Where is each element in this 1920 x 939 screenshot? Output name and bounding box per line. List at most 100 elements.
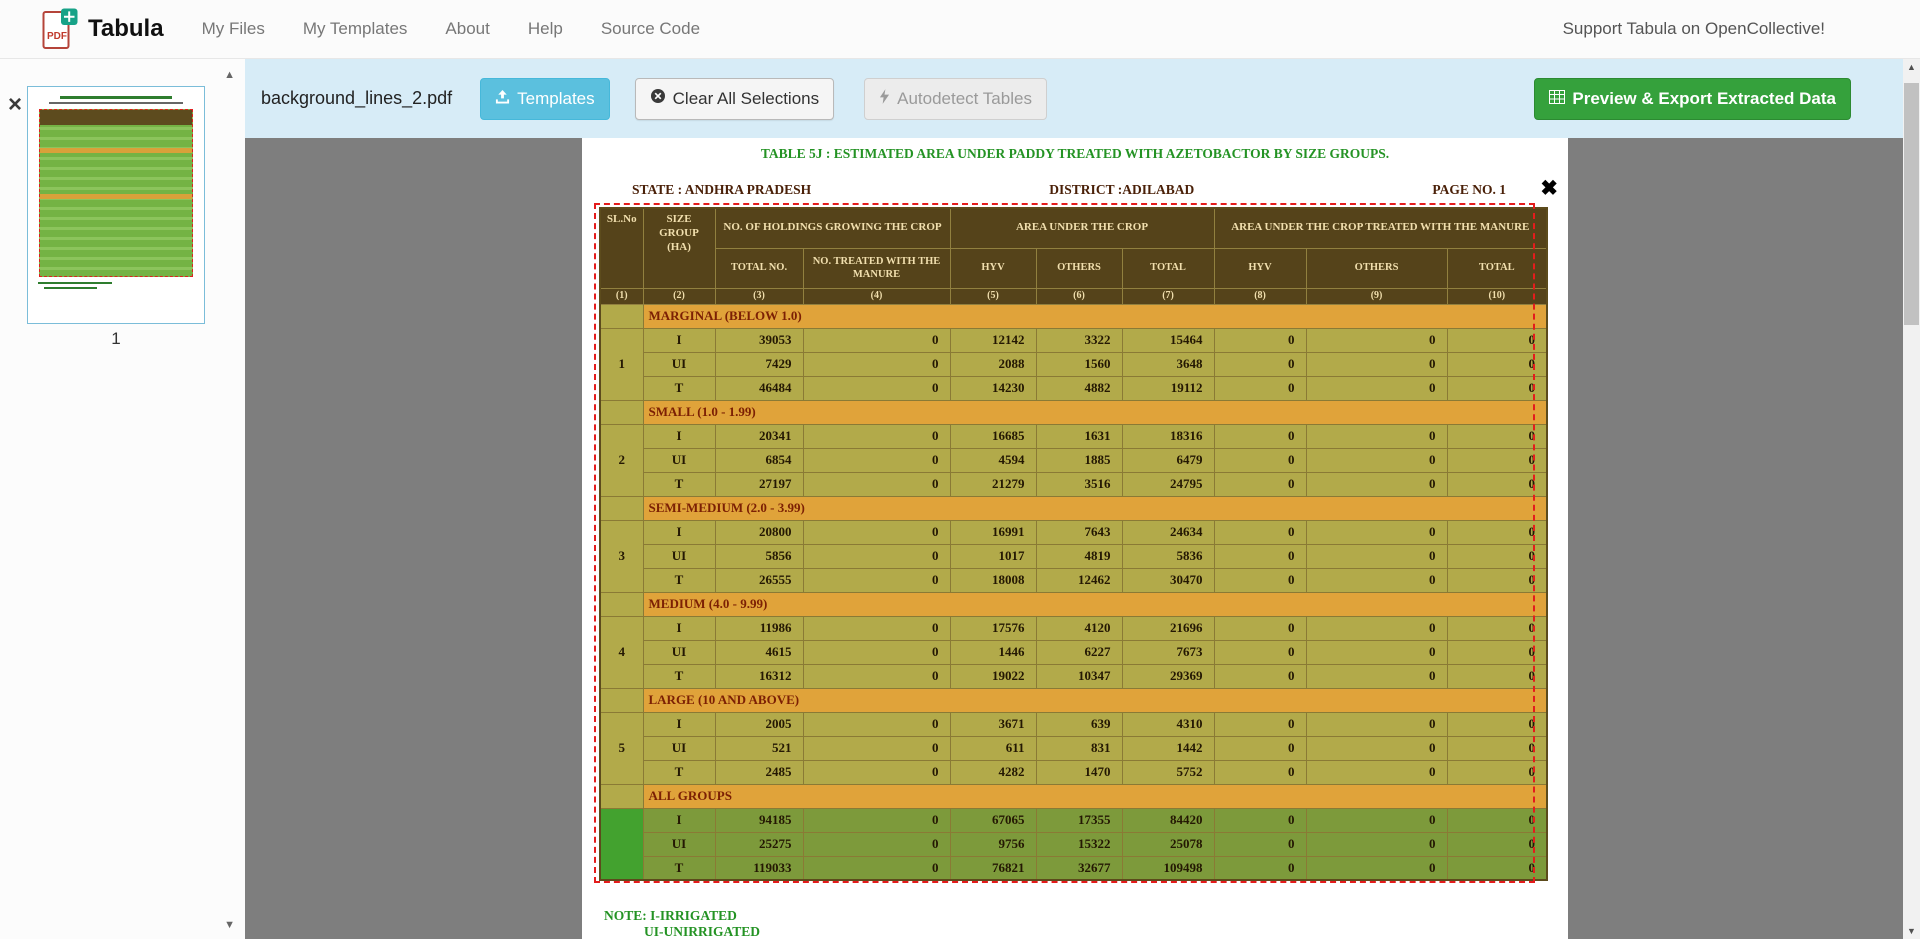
- table-cell: 4882: [1036, 376, 1122, 400]
- template-upload-icon: [495, 89, 510, 109]
- table-cell: 0: [1214, 568, 1306, 592]
- thumbnail-scroll-up-icon[interactable]: ▲: [224, 69, 235, 81]
- table-cell: 0: [803, 448, 950, 472]
- scrollbar-down-icon[interactable]: ▼: [1903, 923, 1920, 939]
- table-cell: 12142: [950, 328, 1036, 352]
- svg-text:PDF: PDF: [47, 31, 67, 42]
- table-cell: 25078: [1122, 832, 1214, 856]
- nav-item-help[interactable]: Help: [528, 19, 563, 39]
- table-cell: 0: [803, 376, 950, 400]
- pdf-viewer-area: TABLE 5J : ESTIMATED AREA UNDER PADDY TR…: [245, 138, 1903, 939]
- remove-page-icon[interactable]: ✖: [1540, 178, 1558, 199]
- table-cell: 0: [1447, 520, 1547, 544]
- table-row: UI74290208815603648000: [600, 352, 1547, 376]
- table-cell: 32677: [1036, 856, 1122, 880]
- table-cell: 4310: [1122, 712, 1214, 736]
- nav-item-about[interactable]: About: [445, 19, 489, 39]
- table-cell: 2485: [715, 760, 803, 784]
- table-cell: 2005: [715, 712, 803, 736]
- support-link[interactable]: Support Tabula on OpenCollective!: [1563, 19, 1825, 39]
- table-cell: 16685: [950, 424, 1036, 448]
- table-cell: UI: [643, 736, 715, 760]
- table-cell: 0: [1214, 352, 1306, 376]
- export-button-label: Preview & Export Extracted Data: [1572, 89, 1836, 109]
- header-cell: OTHERS: [1036, 248, 1122, 288]
- pdf-page[interactable]: TABLE 5J : ESTIMATED AREA UNDER PADDY TR…: [582, 138, 1568, 939]
- thumbnail-band: [40, 194, 193, 199]
- table-cell: 0: [1214, 712, 1306, 736]
- table-cell: UI: [643, 544, 715, 568]
- table-cell: UI: [643, 832, 715, 856]
- header-cell: (7): [1122, 288, 1214, 304]
- table-row: UI52106118311442000: [600, 736, 1547, 760]
- templates-button[interactable]: Templates: [480, 78, 609, 120]
- table-cell: 0: [1214, 448, 1306, 472]
- pdf-note: NOTE: I-IRRIGATED UI-UNIRRIGATED: [604, 908, 760, 939]
- table-cell: I: [643, 808, 715, 832]
- header-row-groups: SL.No SIZE GROUP (HA) NO. OF HOLDINGS GR…: [600, 208, 1547, 248]
- scrollbar-thumb[interactable]: [1904, 83, 1919, 325]
- group-band-row: ALL GROUPS: [600, 784, 1547, 808]
- preview-export-button[interactable]: Preview & Export Extracted Data: [1534, 78, 1851, 120]
- thumbnail-scroll-down-icon[interactable]: ▼: [224, 919, 235, 931]
- table-cell: 0: [803, 616, 950, 640]
- nav-item-my-files[interactable]: My Files: [202, 19, 265, 39]
- table-cell: 19112: [1122, 376, 1214, 400]
- table-cell: 0: [1214, 424, 1306, 448]
- header-cell: SIZE GROUP (HA): [643, 208, 715, 288]
- table-cell: 24634: [1122, 520, 1214, 544]
- top-navbar: PDF Tabula My Files My Templates About H…: [0, 0, 1920, 59]
- brand-title[interactable]: Tabula: [88, 15, 164, 43]
- group-label: ALL GROUPS: [643, 784, 1547, 808]
- table-cell: 4594: [950, 448, 1036, 472]
- tabula-logo-icon[interactable]: PDF: [42, 8, 78, 50]
- table-cell: 0: [1306, 712, 1447, 736]
- table-cell: 0: [1447, 472, 1547, 496]
- scrollbar-up-icon[interactable]: ▲: [1903, 59, 1920, 75]
- table-cell: 0: [1214, 616, 1306, 640]
- table-cell: 0: [1306, 832, 1447, 856]
- table-cell: 0: [1214, 472, 1306, 496]
- window-scrollbar[interactable]: ▲ ▼: [1903, 59, 1920, 939]
- table-cell: 6227: [1036, 640, 1122, 664]
- table-row: 2I20341016685163118316000: [600, 424, 1547, 448]
- thumbnail-band: [40, 148, 193, 153]
- group-label: MEDIUM (4.0 - 9.99): [643, 592, 1547, 616]
- table-cell: 0: [1306, 736, 1447, 760]
- header-cell: (4): [803, 288, 950, 304]
- table-cell: 0: [803, 832, 950, 856]
- nav-links: My Files My Templates About Help Source …: [202, 19, 700, 39]
- thumbnail-subtitle-line: [49, 102, 183, 104]
- table-cell: 0: [1214, 760, 1306, 784]
- header-cell: OTHERS: [1306, 248, 1447, 288]
- table-cell: 611: [950, 736, 1036, 760]
- page-thumbnail[interactable]: [27, 86, 205, 324]
- table-cell: 1017: [950, 544, 1036, 568]
- table-cell: 0: [1214, 544, 1306, 568]
- header-cell: AREA UNDER THE CROP TREATED WITH THE MAN…: [1214, 208, 1547, 248]
- table-cell: 46484: [715, 376, 803, 400]
- table-cell: 0: [803, 328, 950, 352]
- clear-all-selections-button[interactable]: Clear All Selections: [635, 78, 834, 120]
- group-band-row: SMALL (1.0 - 1.99): [600, 400, 1547, 424]
- table-cell: I: [643, 424, 715, 448]
- table-cell: 0: [1306, 856, 1447, 880]
- close-icon[interactable]: ×: [8, 93, 22, 117]
- autodetect-tables-button[interactable]: Autodetect Tables: [864, 78, 1047, 120]
- header-cell: (9): [1306, 288, 1447, 304]
- district-label: DISTRICT :ADILABAD: [1049, 182, 1194, 198]
- table-cell: T: [643, 568, 715, 592]
- table-cell: 4120: [1036, 616, 1122, 640]
- nav-item-my-templates[interactable]: My Templates: [303, 19, 408, 39]
- pdf-state-row: STATE : ANDHRA PRADESH DISTRICT :ADILABA…: [632, 182, 1506, 198]
- nav-item-source-code[interactable]: Source Code: [601, 19, 700, 39]
- table-cell: 0: [1447, 448, 1547, 472]
- sl-number-cell: 5: [600, 712, 643, 784]
- table-cell: UI: [643, 352, 715, 376]
- table-row: T265550180081246230470000: [600, 568, 1547, 592]
- table-cell: 0: [1306, 520, 1447, 544]
- table-cell: 16991: [950, 520, 1036, 544]
- table-cell: 0: [1306, 760, 1447, 784]
- header-cell: (8): [1214, 288, 1306, 304]
- table-cell: 0: [803, 424, 950, 448]
